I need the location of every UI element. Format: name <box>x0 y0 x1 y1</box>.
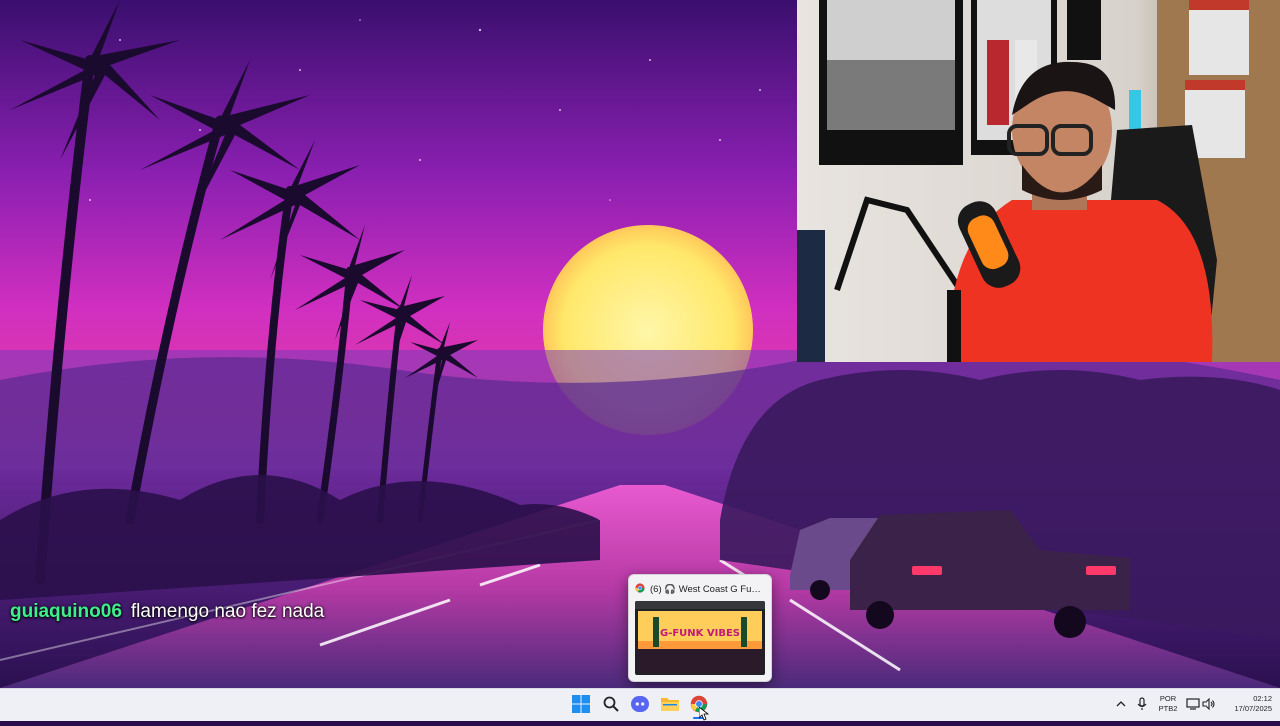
preview-header: (6) 🎧 West Coast G Funk... <box>635 582 767 596</box>
language-line1: POR <box>1159 694 1177 703</box>
file-explorer-icon[interactable] <box>658 692 682 716</box>
microphone-icon[interactable] <box>1134 696 1150 712</box>
windows-start-icon[interactable] <box>569 692 593 716</box>
volume-icon[interactable] <box>1201 696 1217 712</box>
chat-message: guiaquino06 flamengo nao fez nada <box>10 601 324 627</box>
language-line2: PTB2 <box>1158 704 1178 713</box>
preview-tab-title: (6) 🎧 West Coast G Funk... <box>650 583 766 595</box>
preview-thumbnail: G-FUNK VIBES <box>635 601 765 675</box>
chevron-up-icon[interactable] <box>1113 696 1129 712</box>
chat-username: guiaquino06 <box>10 601 122 622</box>
discord-icon[interactable] <box>628 692 652 716</box>
thumbnail-title: G-FUNK VIBES <box>660 628 740 639</box>
chrome-window-preview[interactable]: (6) 🎧 West Coast G Funk... G-FUNK VIBES <box>628 574 772 682</box>
network-icon[interactable] <box>1185 696 1201 712</box>
chrome-icon <box>635 580 645 598</box>
clock-date: 17/07/2025 <box>1234 704 1272 713</box>
search-icon[interactable] <box>599 692 623 716</box>
chat-message-text: flamengo nao fez nada <box>130 601 325 622</box>
webcam-overlay <box>797 0 1280 362</box>
clock[interactable]: 02:12 17/07/2025 <box>1222 694 1272 714</box>
language-indicator[interactable]: POR PTB2 <box>1156 694 1180 714</box>
clock-time: 02:12 <box>1253 694 1272 703</box>
mouse-cursor-icon <box>698 706 710 726</box>
